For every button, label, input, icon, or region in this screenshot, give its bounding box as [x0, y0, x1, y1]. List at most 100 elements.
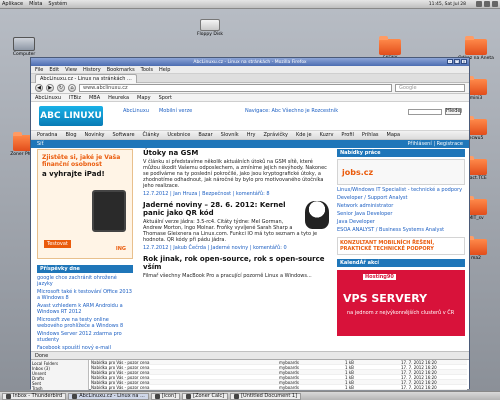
menu-edit[interactable]: Edit [49, 67, 59, 73]
maximize-icon[interactable]: □ [454, 59, 460, 64]
nav-item[interactable]: Slovník [221, 132, 239, 138]
article-title[interactable]: Útoky na GSM [143, 149, 329, 157]
back-icon[interactable]: ◀ [35, 84, 43, 92]
clock[interactable]: 11:45, Sat Jul 28 [429, 2, 466, 7]
system-menu[interactable]: Systém [48, 1, 67, 7]
web-page: ABC LINUXU AbcLinuxu Mobilní verze Navig… [31, 102, 469, 351]
taskbar-item[interactable]: AbcLinuxu.cz - Linux na ... [68, 392, 149, 400]
site-logo[interactable]: ABC LINUXU [39, 106, 103, 126]
search-box[interactable]: Google [395, 84, 465, 92]
bookmark-item[interactable]: MBA [89, 95, 100, 101]
article-title[interactable]: Jaderné noviny – 28. 6. 2012: Kernel pan… [143, 201, 329, 217]
job-link[interactable]: Developer / Support Analyst [337, 195, 465, 201]
taskbar-label: [Untitled Document 1] [241, 393, 298, 399]
job-link[interactable]: Senior Java Developer [337, 211, 465, 217]
taskbar-item[interactable]: [icon] [150, 392, 181, 400]
browser-window: AbcLinuxu.cz - Linux na stránkách - Mozi… [30, 57, 470, 391]
article-text: Filmař všechny MacBook Pro a pracující p… [143, 273, 312, 279]
nav-item[interactable]: Kuzrv [320, 132, 334, 138]
volume-icon[interactable] [484, 1, 490, 7]
daily-post-link[interactable]: Microsoft také k testování Office 2013 a… [37, 289, 133, 301]
bookmark-item[interactable]: Mapy [137, 95, 151, 101]
menu-view[interactable]: View [65, 67, 77, 73]
places-menu[interactable]: Místa [29, 1, 42, 7]
nav-item[interactable]: Hry [247, 132, 256, 138]
menu-bookmarks[interactable]: Bookmarks [107, 67, 135, 73]
nav-item[interactable]: Prihlas [362, 132, 379, 138]
menu-help[interactable]: Help [159, 67, 170, 73]
menu-history[interactable]: History [83, 67, 101, 73]
bookmark-item[interactable]: ITBiz [69, 95, 81, 101]
nav-item[interactable]: Blog [65, 132, 76, 138]
nav-item[interactable]: Články [143, 132, 160, 138]
vps-title: VPS SERVERY [343, 292, 428, 305]
menu-tools[interactable]: Tools [141, 67, 153, 73]
subbar-left[interactable]: Síť [37, 141, 44, 147]
job-link[interactable]: Java Developer [337, 219, 465, 225]
article-meta[interactable]: 12.7.2012 | Jakub Čečrda | Jaderné novin… [143, 245, 329, 251]
tab-abclinuxu[interactable]: AbcLinuxu.cz - Linux na stránkách ... [35, 73, 137, 83]
ad-subtitle: a vyhrajte iPad! [42, 170, 105, 178]
vps-ad[interactable]: Hosting90 VPS SERVERY na jednom z nejvýk… [337, 270, 465, 336]
article-text: V článku si představíme několik aktuální… [143, 159, 327, 189]
taskbar-item[interactable]: Inbox - Thunderbird [2, 392, 67, 400]
nav-item[interactable]: Zprávičky [263, 132, 288, 138]
jobs-logo[interactable]: jobs.cz [337, 159, 465, 185]
nav-item[interactable]: Poradna [37, 132, 57, 138]
subbar-right[interactable]: Přihlásení | Registrace [408, 141, 464, 147]
article-title[interactable]: Rok jinak, rok open-source, rok s open-s… [143, 255, 329, 271]
nav-item[interactable]: Novinky [85, 132, 105, 138]
reload-icon[interactable]: ↻ [57, 84, 65, 92]
article-meta[interactable]: 12.7.2012 | Jan Hruza | Bezpečnost | kom… [143, 191, 329, 197]
forward-icon[interactable]: ▶ [46, 84, 54, 92]
login-button[interactable]: Hledej [445, 108, 462, 115]
main-column: Útoky na GSM V článku si představíme něk… [143, 149, 329, 350]
header-links: AbcLinuxu Mobilní verze [123, 108, 192, 114]
header-link-mobile[interactable]: Mobilní verze [159, 108, 192, 114]
menu-file[interactable]: File [35, 67, 43, 73]
url-bar[interactable]: www.abclinuxu.cz [79, 84, 392, 92]
desktop-icon-computer[interactable]: Computer [4, 37, 44, 57]
taskbar-item[interactable]: [Zoner Calc] [182, 392, 229, 400]
navigation-link[interactable]: Navigace: Abc Všechno je Rozcestník [245, 108, 338, 114]
tux-image [305, 201, 329, 229]
daily-post-link[interactable]: Microsoft zve na testy online webového p… [37, 317, 133, 329]
system-tray [476, 1, 498, 7]
minimize-icon[interactable]: – [447, 59, 453, 64]
daily-post-link[interactable]: Avast vzhledem k ARM Androidu a Windows … [37, 303, 133, 315]
nav-item[interactable]: Bazar [198, 132, 212, 138]
ad-button[interactable]: Testovat [44, 240, 71, 248]
close-icon[interactable]: × [461, 59, 467, 64]
home-icon[interactable]: ⌂ [68, 84, 76, 92]
bookmark-item[interactable]: AbcLinuxu [35, 95, 61, 101]
job-link[interactable]: Network administrator [337, 203, 465, 209]
message-row[interactable]: Nabídka pro Vás - pozor cena myboards 1 … [91, 385, 467, 390]
login-input[interactable] [408, 108, 442, 115]
job-link[interactable]: ESOA ANALYST / Business Systems Analyst [337, 227, 465, 233]
promo-box[interactable]: KONZULTANT MOBILNÍCH ŘEŠENÍ, PRAKTICKÉ T… [337, 237, 465, 255]
taskbar-item[interactable]: [Untitled Document 1] [230, 392, 302, 400]
nav-item[interactable]: Mapa [387, 132, 401, 138]
ing-ad[interactable]: Zjistěte si, jaké je Vaša finanční osobn… [37, 149, 133, 259]
bookmark-item[interactable]: Heureka [108, 95, 129, 101]
daily-post-link[interactable]: Windows Server 2012 zdarma pro studenty [37, 331, 133, 343]
site-subbar: Síť Přihlásení | Registrace [31, 140, 469, 148]
desktop-icon-floppy[interactable]: Floppy Disk [190, 19, 230, 37]
network-icon[interactable] [476, 1, 482, 7]
taskbar-label: [icon] [161, 393, 177, 399]
nav-item[interactable]: Ucebnice [167, 132, 190, 138]
battery-icon[interactable] [492, 1, 498, 7]
bookmark-item[interactable]: Sport [159, 95, 172, 101]
nav-item[interactable]: Software [113, 132, 135, 138]
nav-item[interactable]: Kde je [296, 132, 312, 138]
header-link-abclinuxu[interactable]: AbcLinuxu [123, 108, 149, 114]
site-navigation: Poradna Blog Novinky Software Články Uce… [31, 131, 469, 140]
window-titlebar[interactable]: AbcLinuxu.cz - Linux na stránkách - Mozi… [31, 58, 469, 66]
daily-post-link[interactable]: google chce zachránit ohrožené jazyky [37, 275, 133, 287]
app-icon [154, 393, 160, 399]
nav-item[interactable]: Profil [341, 132, 353, 138]
applications-menu[interactable]: Aplikace [2, 1, 23, 7]
vps-brand: Hosting90 [363, 274, 396, 280]
job-link[interactable]: Linux/Windows IT Specialist - technické … [337, 187, 465, 193]
message-subject: Nabídka pro Vás - pozor cena [91, 385, 150, 390]
